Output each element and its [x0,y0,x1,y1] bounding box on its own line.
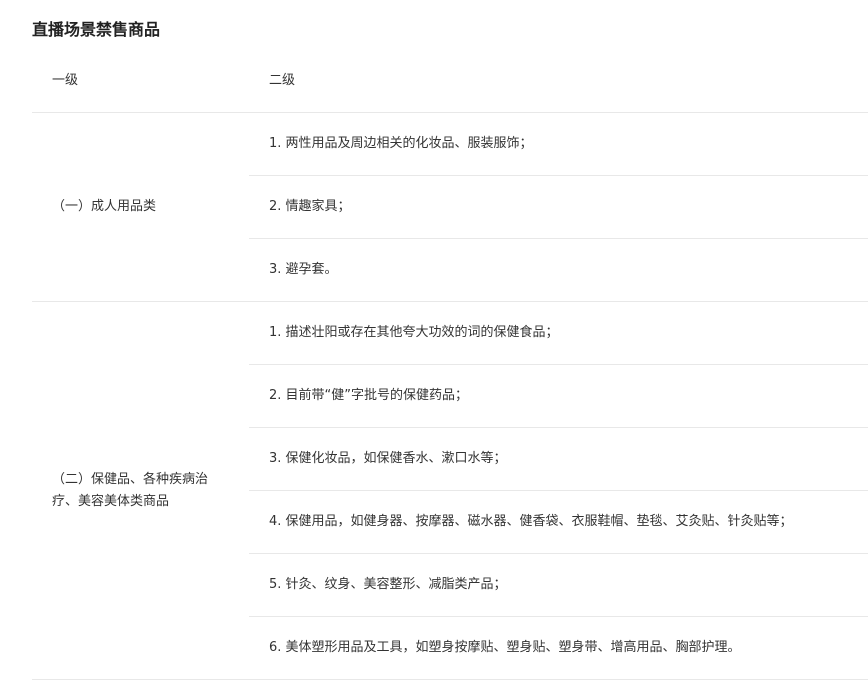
table-row: 2. 情趣家具； [249,176,868,239]
table-row: 1. 两性用品及周边相关的化妆品、服装服饰； [249,113,868,176]
group-label-cell: （二）保健品、各种疾病治疗、美容美体类商品 [32,302,249,679]
page-title: 直播场景禁售商品 [32,20,161,39]
table-row: 5. 针灸、纹身、美容整形、减脂类产品； [249,554,868,617]
table-group-adult-products: （一）成人用品类 1. 两性用品及周边相关的化妆品、服装服饰； 2. 情趣家具；… [32,113,868,302]
column-header-level1: 一级 [52,73,79,88]
table-row: 3. 保健化妆品，如保健香水、漱口水等； [249,428,868,491]
page: 直播场景禁售商品 一级 二级 （一）成人用品类 1. 两性用品及周边相关的化妆品… [0,0,868,680]
group-label: （一）成人用品类 [52,199,157,214]
group-items: 1. 描述壮阳或存在其他夸大功效的词的保健食品； 2. 目前带“健”字批号的保健… [249,302,868,679]
table-row: 3. 避孕套。 [269,262,338,277]
group-label-cell: （一）成人用品类 [32,113,249,301]
group-label: （二）保健品、各种疾病治疗、美容美体类商品 [52,471,209,509]
table-row: 6. 美体塑形用品及工具，如塑身按摩贴、塑身贴、塑身带、增高用品、胸部护理。 [269,640,741,655]
prohibited-goods-table: 一级 二级 （一）成人用品类 1. 两性用品及周边相关的化妆品、服装服饰； 2.… [32,50,868,680]
table-row: 1. 描述壮阳或存在其他夸大功效的词的保健食品； [249,302,868,365]
column-header-level2: 二级 [269,73,296,88]
group-items: 1. 两性用品及周边相关的化妆品、服装服饰； 2. 情趣家具； 3. 避孕套。 [249,113,868,301]
table-row: 2. 目前带“健”字批号的保健药品； [249,365,868,428]
table-header-row: 一级 二级 [32,50,868,113]
table-group-health-beauty: （二）保健品、各种疾病治疗、美容美体类商品 1. 描述壮阳或存在其他夸大功效的词… [32,302,868,680]
table-row: 4. 保健用品，如健身器、按摩器、磁水器、健香袋、衣服鞋帽、垫毯、艾灸贴、针灸贴… [249,491,868,554]
